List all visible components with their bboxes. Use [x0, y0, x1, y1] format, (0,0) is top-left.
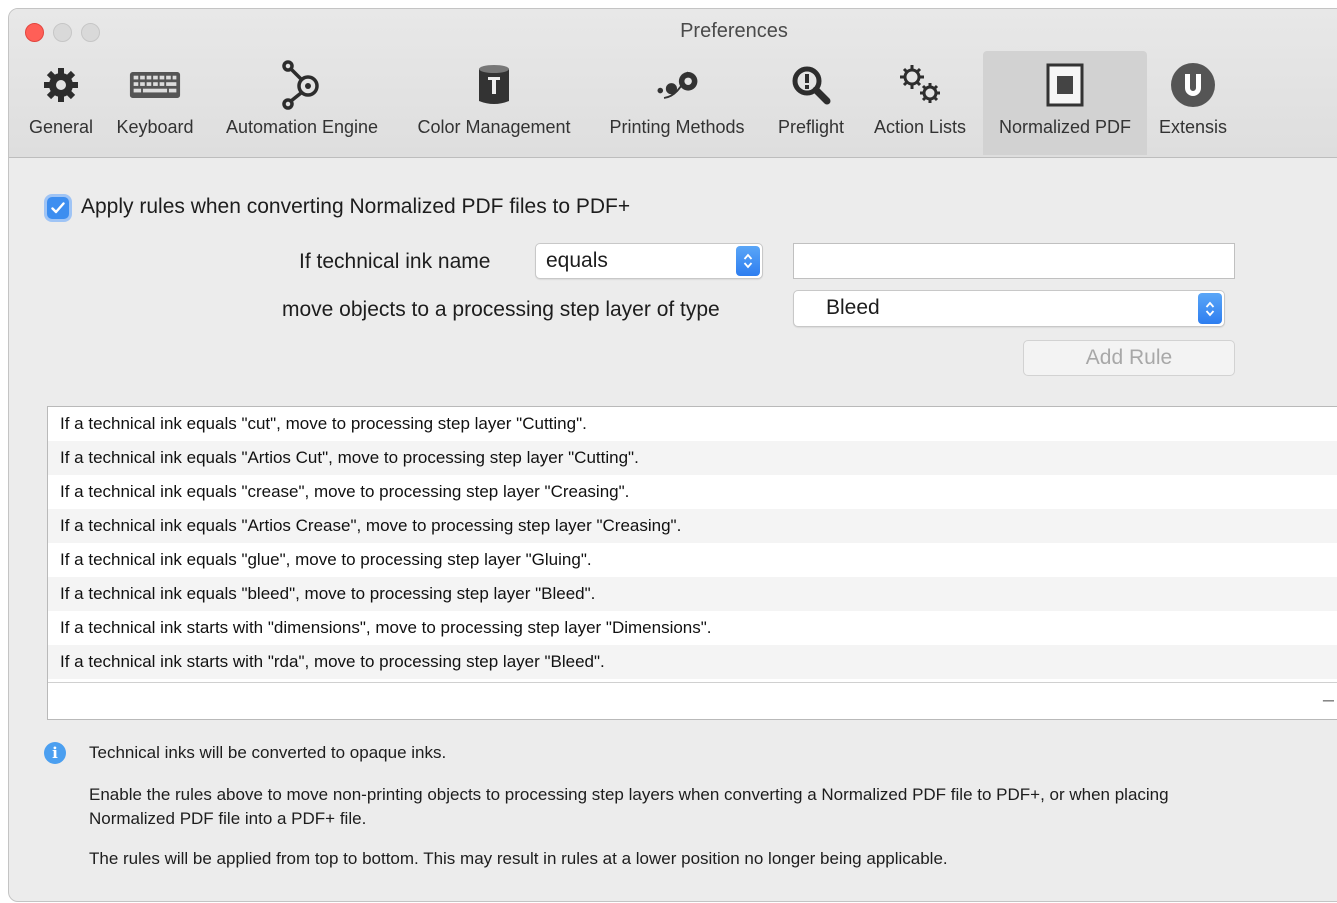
move-objects-label: move objects to a processing step layer …: [282, 298, 720, 321]
layer-type-value: Bleed: [826, 296, 880, 319]
note-opaque-inks: Technical inks will be converted to opaq…: [89, 743, 447, 762]
info-icon: i: [44, 742, 66, 764]
rule-row[interactable]: If a technical ink equals "Artios Cut", …: [48, 441, 1337, 475]
tab-extensis[interactable]: Extensis: [1151, 51, 1235, 155]
rule-row[interactable]: If a technical ink equals "Artios Crease…: [48, 509, 1337, 543]
ink-operator-select[interactable]: equals: [535, 243, 763, 279]
tab-color-management[interactable]: Color Management: [401, 51, 587, 155]
updown-stepper-icon: [1198, 293, 1222, 324]
gear-icon: [35, 59, 87, 111]
tab-label: Extensis: [1158, 117, 1228, 137]
tab-general[interactable]: General: [21, 51, 101, 155]
tab-label: Action Lists: [873, 117, 967, 137]
checkmark-icon: [51, 202, 65, 214]
rules-list-footer: –: [48, 682, 1337, 719]
window-title: Preferences: [680, 20, 788, 42]
tab-preflight[interactable]: Preflight: [767, 51, 855, 155]
note-enable-rules-line1: Enable the rules above to move non-print…: [89, 785, 1169, 804]
updown-stepper-icon: [736, 246, 760, 276]
extensis-icon: [1167, 59, 1219, 111]
tab-label: Printing Methods: [609, 117, 745, 137]
tab-normalized-pdf[interactable]: Normalized PDF: [983, 51, 1147, 155]
rule-row[interactable]: If a technical ink equals "crease", move…: [48, 475, 1337, 509]
tab-keyboard[interactable]: Keyboard: [107, 51, 203, 155]
automation-node-icon: [276, 59, 328, 111]
layer-type-select[interactable]: Bleed: [793, 290, 1225, 327]
keyboard-icon: [129, 59, 181, 111]
gears-icon: [894, 59, 946, 111]
tab-automation-engine[interactable]: Automation Engine: [209, 51, 395, 155]
rule-row[interactable]: If a technical ink equals "bleed", move …: [48, 577, 1337, 611]
ink-operator-value: equals: [546, 249, 608, 272]
ink-name-input[interactable]: [793, 243, 1235, 279]
titlebar: Preferences General Keyboard Automation …: [9, 9, 1337, 158]
apply-rules-checkbox[interactable]: [47, 197, 69, 219]
rule-row[interactable]: If a technical ink equals "cut", move to…: [48, 407, 1337, 441]
note-rule-order: The rules will be applied from top to bo…: [89, 849, 948, 868]
rule-row[interactable]: If a technical ink equals "glue", move t…: [48, 543, 1337, 577]
preferences-window: Preferences General Keyboard Automation …: [8, 8, 1337, 902]
remove-rule-button[interactable]: –: [1323, 689, 1334, 712]
apply-rules-label: Apply rules when converting Normalized P…: [81, 195, 631, 218]
rule-row[interactable]: If a technical ink starts with "dimensio…: [48, 611, 1337, 645]
note-enable-rules-line2: Normalized PDF file into a PDF+ file.: [89, 809, 367, 828]
preferences-toolbar: General Keyboard Automation Engine Color…: [9, 51, 1337, 157]
tab-label: Keyboard: [116, 117, 194, 137]
tab-label: Automation Engine: [225, 117, 379, 137]
tab-printing-methods[interactable]: Printing Methods: [593, 51, 761, 155]
printing-dots-icon: [651, 59, 703, 111]
tab-label: Normalized PDF: [998, 117, 1132, 137]
rule-row[interactable]: If a technical ink starts with "rda", mo…: [48, 645, 1337, 679]
tab-label: General: [28, 117, 94, 137]
add-rule-button[interactable]: Add Rule: [1023, 340, 1235, 376]
normalized-pdf-icon: [1039, 59, 1091, 111]
tab-label: Preflight: [777, 117, 845, 137]
magnifier-icon: [785, 59, 837, 111]
tab-action-lists[interactable]: Action Lists: [861, 51, 979, 155]
rules-list: If a technical ink equals "cut", move to…: [47, 406, 1337, 720]
color-can-icon: [468, 59, 520, 111]
tab-label: Color Management: [417, 117, 571, 137]
normalized-pdf-pane: Apply rules when converting Normalized P…: [9, 159, 1337, 901]
ink-name-label: If technical ink name: [299, 250, 491, 273]
